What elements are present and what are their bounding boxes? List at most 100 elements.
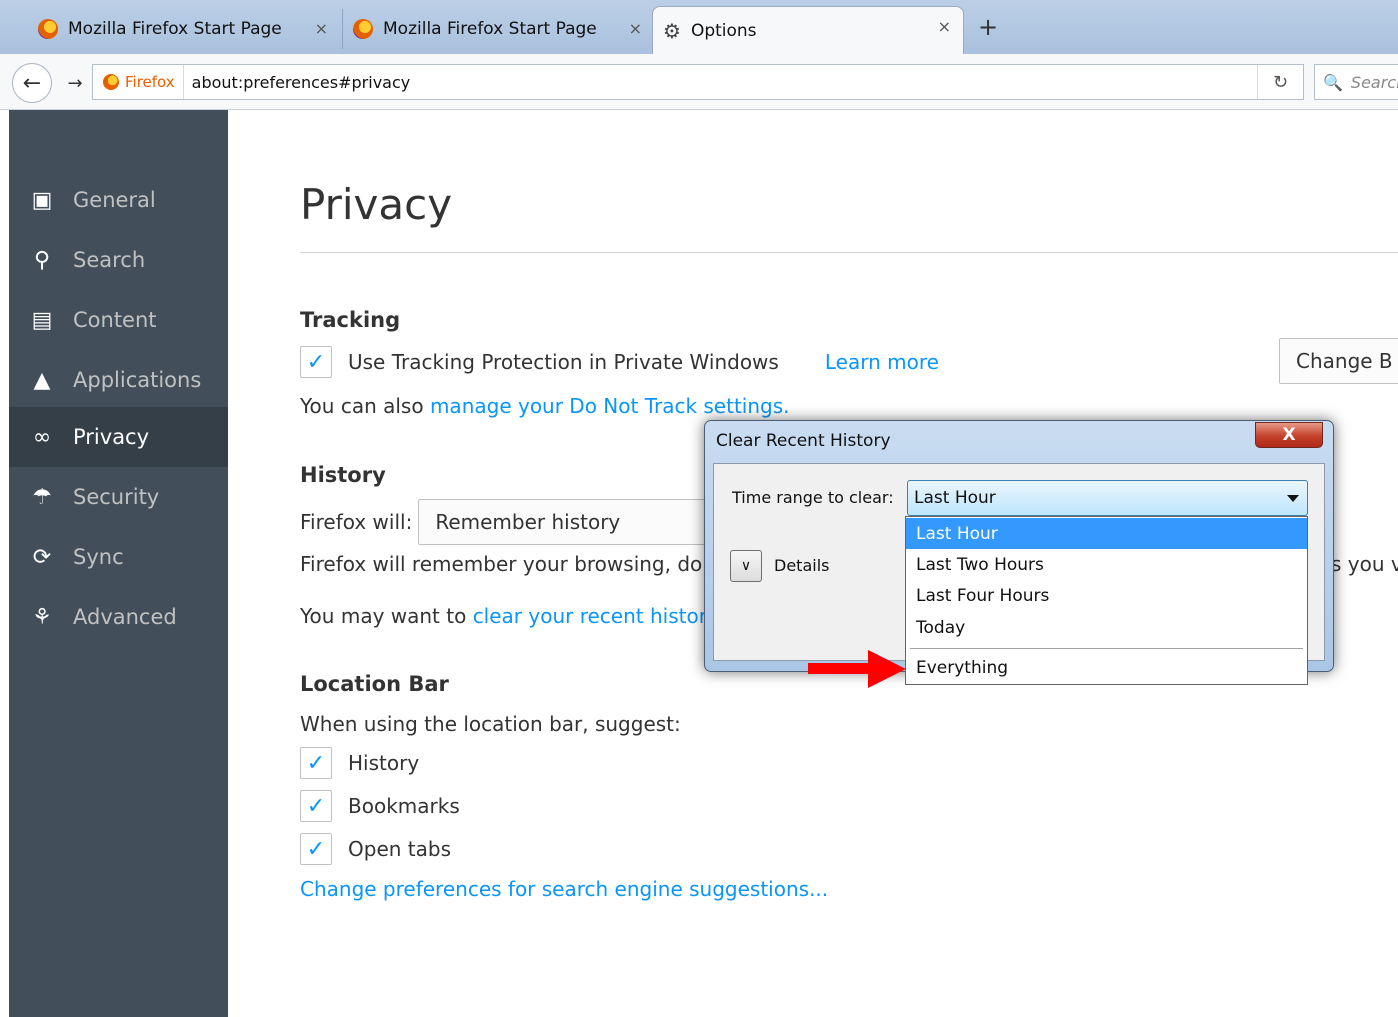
history-mode-select[interactable]: Remember history [418,499,719,545]
suggest-bookmarks-checkbox[interactable]: ✓ [300,790,332,822]
tab-title: Mozilla Firefox Start Page [383,19,597,39]
sidebar-item-general[interactable]: ▣ General [9,170,228,230]
tab-start-page-2[interactable]: Mozilla Firefox Start Page × [342,9,654,49]
sidebar-item-applications[interactable]: ▲ Applications [9,350,228,410]
suggest-label-text: When using the location bar, suggest: [300,712,681,736]
history-description-tail: s you v [1331,552,1398,576]
close-icon: X [1282,425,1296,445]
suggest-history-row: ✓ History [300,747,419,779]
suggest-open-tabs-label: Open tabs [348,837,451,861]
firefox-logo-icon [353,19,373,39]
sidebar-item-label: Sync [73,545,124,569]
dropdown-separator [910,648,1303,649]
dialog-close-button[interactable]: X [1255,422,1323,448]
sidebar-item-content[interactable]: ▤ Content [9,290,228,350]
new-tab-button[interactable]: + [978,13,998,41]
privacy-mask-icon: ∞ [32,424,52,450]
suggest-history-checkbox[interactable]: ✓ [300,747,332,779]
clear-recent-history-link[interactable]: clear your recent history [473,604,719,628]
time-range-option-last-hour[interactable]: Last Hour [906,518,1307,549]
back-button[interactable]: ← [12,63,52,103]
sidebar-item-label: Search [73,248,146,272]
close-tab-icon[interactable]: × [629,19,642,38]
suggest-label: When using the location bar, suggest: [300,712,681,736]
search-icon: ⚲ [33,247,51,273]
details-label: Details [774,556,830,575]
checkmark-icon: ✓ [306,836,326,862]
time-range-option-today[interactable]: Today [906,612,1307,643]
checkmark-icon: ✓ [306,793,326,819]
suggest-open-tabs-row: ✓ Open tabs [300,833,451,865]
sidebar-item-privacy[interactable]: ∞ Privacy [9,407,228,467]
preferences-sidebar: ▣ General ⚲ Search ▤ Content ▲ Applicati… [9,110,228,1017]
sidebar-item-label: Advanced [73,605,177,629]
time-range-label: Time range to clear: [732,488,894,507]
search-suggestions-link[interactable]: Change preferences for search engine sug… [300,877,828,901]
firefox-will-label: Firefox will: [300,510,413,534]
change-block-list-button[interactable]: Change B [1279,338,1398,384]
time-range-option-everything[interactable]: Everything [906,652,1307,683]
suggest-open-tabs-checkbox[interactable]: ✓ [300,833,332,865]
sidebar-item-label: Applications [73,368,202,392]
forward-arrow-icon: → [67,72,83,94]
navigation-bar: ← → Firefox about:preferences#privacy ↻ … [0,54,1398,110]
suggest-bookmarks-label: Bookmarks [348,794,460,818]
tracking-protection-row: ✓ Use Tracking Protection in Private Win… [300,346,939,378]
back-arrow-icon: ← [22,70,42,96]
suggest-bookmarks-row: ✓ Bookmarks [300,790,460,822]
checkmark-icon: ✓ [306,750,326,776]
history-description: Firefox will remember your browsing, do [300,552,702,576]
history-heading: History [300,463,386,487]
url-bar[interactable]: Firefox about:preferences#privacy ↻ [92,64,1304,100]
time-range-select[interactable]: Last Hour [907,480,1308,516]
learn-more-link[interactable]: Learn more [825,350,939,374]
checkmark-icon: ✓ [306,349,326,375]
search-bar[interactable]: 🔍 Search [1314,64,1398,100]
time-range-value: Last Hour [914,488,996,508]
sidebar-item-label: Privacy [73,425,150,449]
tab-start-page-1[interactable]: Mozilla Firefox Start Page × [28,9,340,49]
forward-button[interactable]: → [60,68,90,98]
tab-options[interactable]: ⚙ Options × [652,6,964,54]
details-toggle-button[interactable]: ∨ [730,550,762,582]
history-mode-row: Firefox will: Remember history [300,499,719,545]
tab-title: Options [690,20,757,41]
history-mode-value: Remember history [435,510,621,534]
sidebar-item-label: Content [73,308,157,332]
firefox-logo-icon [38,19,58,39]
sidebar-item-search[interactable]: ⚲ Search [9,230,228,290]
content-icon: ▤ [31,307,53,333]
clear-history-row: You may want to clear your recent histor… [300,604,719,628]
reload-icon: ↻ [1272,71,1289,93]
close-tab-icon[interactable]: × [938,17,951,36]
search-placeholder: Search [1350,72,1398,92]
identity-label: Firefox [125,73,175,91]
sidebar-item-security[interactable]: ☂ Security [9,467,228,527]
firefox-logo-icon [103,74,119,90]
chevron-down-icon [1287,495,1299,502]
tracking-protection-checkbox[interactable]: ✓ [300,346,332,378]
sidebar-item-label: Security [73,485,160,509]
title-divider [300,252,1398,253]
do-not-track-link[interactable]: manage your Do Not Track settings. [430,394,790,418]
sidebar-item-label: General [73,188,156,212]
history-description-text: Firefox will remember your browsing, do [300,552,703,576]
time-range-option-last-four-hours[interactable]: Last Four Hours [906,580,1307,611]
security-icon: ☂ [32,484,52,510]
tab-title: Mozilla Firefox Start Page [68,19,282,39]
tracking-protection-label: Use Tracking Protection in Private Windo… [348,350,779,374]
history-description-tail-text: s you v [1331,552,1398,576]
sidebar-item-sync[interactable]: ⟳ Sync [9,527,228,587]
reload-button[interactable]: ↻ [1257,65,1303,99]
do-not-track-row: You can also manage your Do Not Track se… [300,394,790,418]
identity-box[interactable]: Firefox [93,65,184,99]
close-tab-icon[interactable]: × [315,19,328,38]
sync-icon: ⟳ [32,544,52,570]
sidebar-item-advanced[interactable]: ⚘ Advanced [9,587,228,647]
url-input[interactable]: about:preferences#privacy [184,73,411,92]
time-range-option-last-two-hours[interactable]: Last Two Hours [906,549,1307,580]
clear-prefix: You may want to [300,604,473,628]
dnt-prefix: You can also [300,394,430,418]
dialog-title: Clear Recent History [716,431,891,451]
browser-window: Mozilla Firefox Start Page × Mozilla Fir… [0,0,1398,1017]
